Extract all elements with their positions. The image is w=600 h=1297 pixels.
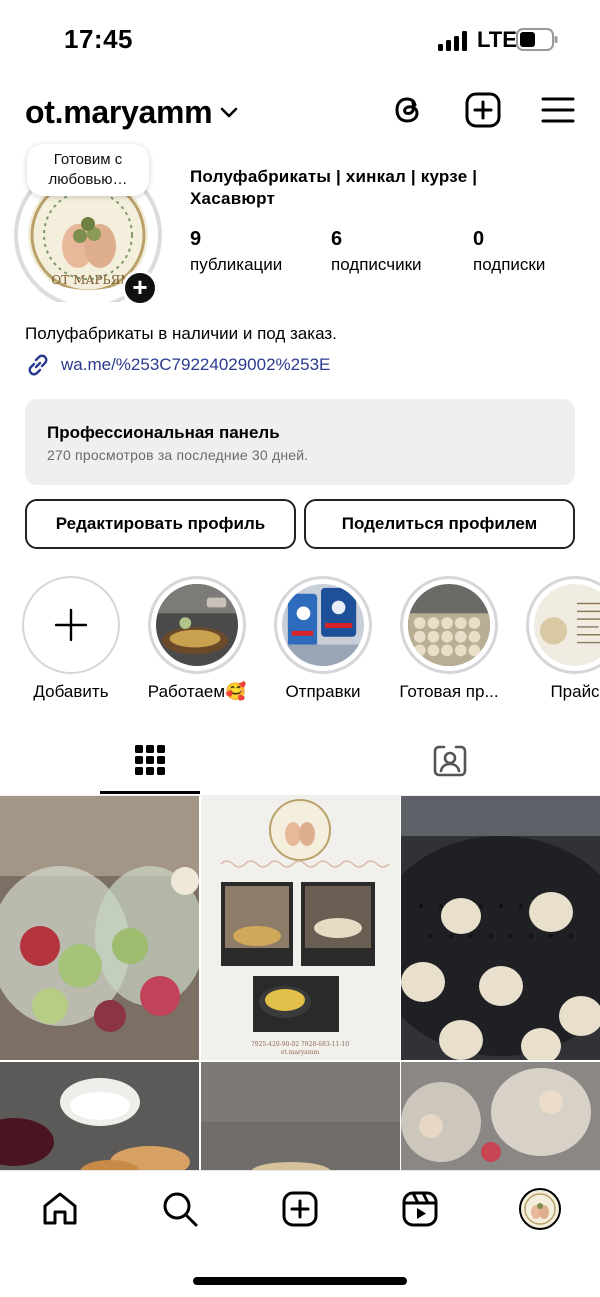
signal-icon — [438, 31, 467, 51]
tagged-person-icon — [433, 745, 467, 777]
share-profile-button[interactable]: Поделиться профилем — [304, 499, 575, 549]
username: ot.maryamm — [25, 94, 213, 130]
create-post-icon[interactable] — [465, 92, 501, 128]
post-image — [0, 1062, 199, 1172]
post-thumbnail[interactable] — [0, 1062, 199, 1172]
pro-panel-subtitle: 270 просмотров за последние 30 дней. — [47, 447, 309, 463]
network-label: LTE — [477, 27, 517, 52]
home-indicator — [193, 1277, 407, 1285]
create-icon — [282, 1191, 318, 1227]
highlight-ring — [274, 576, 372, 674]
tab-tagged[interactable] — [400, 728, 500, 794]
link-icon — [28, 354, 48, 376]
highlight-label: Работаем🥰 — [147, 682, 247, 701]
highlight-add[interactable]: Добавить — [6, 576, 136, 702]
stat-following[interactable]: 0 подписки — [473, 228, 545, 275]
highlight-label: Готовая пр... — [399, 682, 499, 701]
profile-header: ot.maryamm — [0, 88, 600, 136]
search-icon — [163, 1192, 198, 1227]
highlight-cover-image — [282, 584, 364, 666]
highlight-ring — [148, 576, 246, 674]
post-image — [401, 796, 600, 1060]
highlight-item[interactable]: Отправки — [258, 576, 388, 702]
highlight-cover-image — [408, 584, 490, 666]
home-icon — [43, 1192, 77, 1225]
tab-posts-grid[interactable] — [100, 728, 200, 794]
svg-text:7925-420-90-02 7928-683-11-10: 7925-420-90-02 7928-683-11-10 — [251, 1041, 349, 1048]
post-image — [201, 1062, 400, 1172]
profile-name: Полуфабрикаты | хинкал | курзе | Хасавюр… — [190, 167, 478, 208]
profile-avatar-icon — [519, 1188, 561, 1230]
status-bar: 17:45 LTE — [0, 0, 600, 80]
nav-search[interactable] — [160, 1189, 200, 1229]
nav-reels[interactable] — [400, 1189, 440, 1229]
stat-following-value: 0 — [473, 228, 485, 250]
bio-text: Полуфабрикаты в наличии и под заказ. — [25, 324, 337, 343]
post-thumbnail[interactable] — [201, 1062, 400, 1172]
stat-following-label: подписки — [473, 255, 546, 274]
post-thumbnail[interactable] — [0, 796, 199, 1060]
svg-text:ot.maryamm: ot.maryamm — [281, 1049, 320, 1056]
battery-icon — [516, 28, 558, 51]
status-time: 17:45 — [64, 24, 133, 54]
svg-text:ОТ МАРЬЯМ: ОТ МАРЬЯМ — [51, 273, 132, 287]
highlight-item[interactable]: Прайс — [510, 576, 600, 702]
stat-posts-value: 9 — [190, 228, 202, 250]
stat-posts-label: публикации — [190, 255, 283, 274]
chevron-down-icon — [221, 107, 238, 117]
bottom-navigation — [0, 1170, 600, 1250]
post-image: 7925-420-90-02 7928-683-11-10 ot.maryamm — [201, 796, 400, 1060]
edit-profile-button[interactable]: Редактировать профиль — [25, 499, 296, 549]
nav-create[interactable] — [280, 1189, 320, 1229]
highlight-label: Добавить — [33, 682, 109, 701]
post-thumbnail[interactable] — [401, 796, 600, 1060]
posts-grid: 7925-420-90-02 7928-683-11-10 ot.maryamm — [0, 796, 600, 1172]
stat-posts[interactable]: 9 публикации — [190, 228, 282, 275]
story-highlights: Добавить Работаем🥰 Отправки Готовая пр..… — [0, 576, 600, 706]
highlight-label: Прайс — [550, 682, 600, 701]
post-image — [401, 1062, 600, 1172]
highlight-cover-image — [534, 584, 600, 666]
nav-profile[interactable] — [518, 1187, 562, 1231]
threads-icon[interactable] — [390, 92, 426, 128]
menu-icon[interactable] — [540, 92, 576, 128]
profile-tabs — [0, 728, 600, 796]
post-thumbnail[interactable]: 7925-420-90-02 7928-683-11-10 ot.maryamm — [201, 796, 400, 1060]
bio-link-text: wa.me/%253C79224029002%253E — [61, 355, 331, 374]
reels-icon — [402, 1191, 438, 1227]
add-story-plus-icon[interactable]: + — [122, 270, 158, 306]
highlight-ring — [400, 576, 498, 674]
note-text: Готовим с любовью… — [48, 151, 128, 188]
highlight-ring — [22, 576, 120, 674]
stat-followers-value: 6 — [331, 228, 343, 250]
highlight-label: Отправки — [285, 682, 361, 701]
plus-icon — [54, 608, 88, 642]
grid-icon — [135, 744, 165, 775]
highlight-item[interactable]: Работаем🥰 — [132, 576, 262, 702]
highlight-cover-image — [156, 584, 238, 666]
stat-followers[interactable]: 6 подписчики — [331, 228, 422, 275]
profile-note[interactable]: Готовим с любовью… — [27, 144, 149, 196]
account-switcher[interactable]: ot.maryamm — [25, 94, 238, 131]
post-image — [0, 796, 199, 1060]
stat-followers-label: подписчики — [331, 255, 422, 274]
pro-panel-title: Профессиональная панель — [47, 423, 280, 442]
bio-link[interactable]: wa.me/%253C79224029002%253E — [25, 352, 330, 378]
highlight-item[interactable]: Готовая пр... — [384, 576, 514, 702]
post-thumbnail[interactable] — [401, 1062, 600, 1172]
nav-home[interactable] — [40, 1189, 80, 1229]
highlight-ring — [526, 576, 600, 674]
professional-dashboard[interactable]: Профессиональная панель 270 просмотров з… — [25, 399, 575, 485]
